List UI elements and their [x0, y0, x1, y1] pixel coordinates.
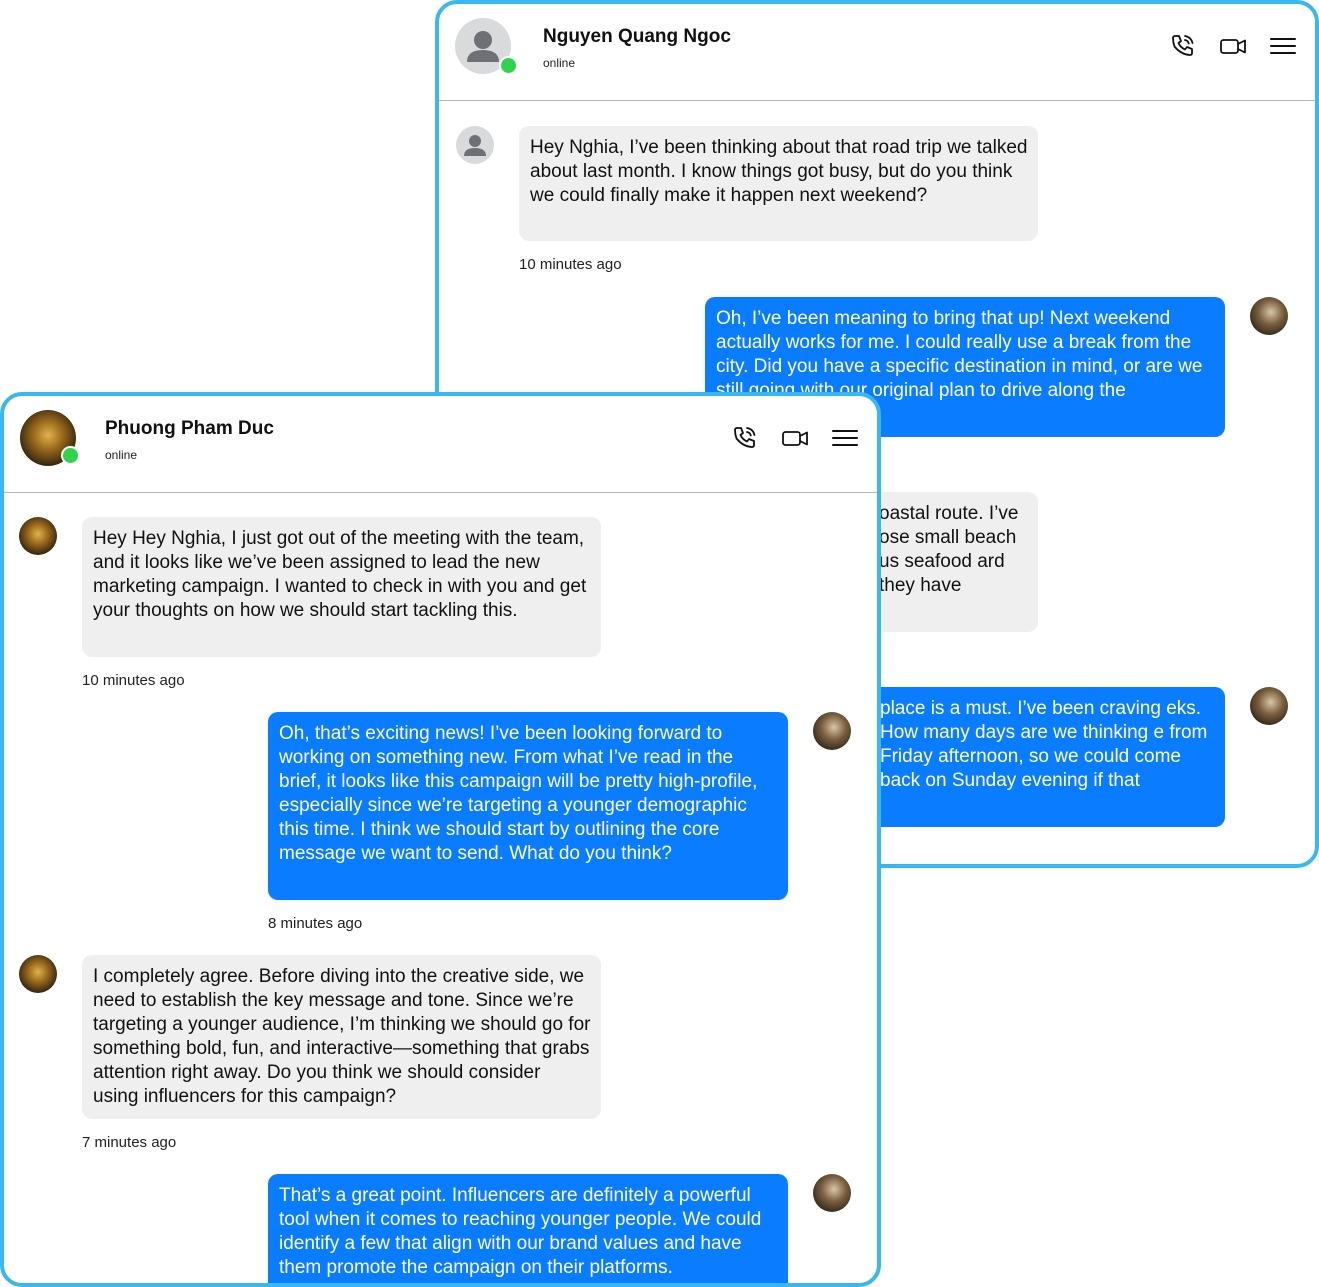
chat-header: Nguyen Quang Ngoc online — [439, 4, 1315, 101]
video-icon[interactable] — [781, 424, 809, 452]
online-indicator — [499, 56, 518, 75]
contact-avatar-small — [19, 955, 57, 993]
message-timestamp: 7 minutes ago — [82, 1134, 177, 1151]
phone-icon[interactable] — [1169, 32, 1197, 60]
user-avatar-small — [1250, 297, 1288, 335]
online-indicator — [61, 446, 80, 465]
video-icon[interactable] — [1219, 32, 1247, 60]
message-bubble-outgoing[interactable]: Oh, that’s exciting news! I’ve been look… — [268, 712, 788, 900]
contact-status: online — [105, 448, 138, 462]
message-bubble-outgoing[interactable]: That’s a great point. Influencers are de… — [268, 1174, 788, 1283]
contact-avatar-small — [456, 126, 494, 164]
message-timestamp: 10 minutes ago — [82, 672, 185, 689]
user-avatar-small — [1250, 687, 1288, 725]
message-bubble-incoming[interactable]: I completely agree. Before diving into t… — [82, 955, 601, 1119]
message-bubble-incoming[interactable]: Hey Nghia, I’ve been thinking about that… — [519, 126, 1038, 241]
phone-icon[interactable] — [731, 424, 759, 452]
chat-header: Phuong Pham Duc online — [4, 396, 877, 493]
contact-name: Nguyen Quang Ngoc — [543, 26, 731, 47]
user-silhouette-icon — [464, 135, 486, 156]
user-avatar-small — [813, 712, 851, 750]
contact-name: Phuong Pham Duc — [105, 418, 274, 439]
menu-icon[interactable] — [831, 424, 859, 452]
message-timestamp: 10 minutes ago — [519, 256, 622, 273]
contact-avatar-small — [19, 517, 57, 555]
message-bubble-incoming[interactable]: Hey Hey Nghia, I just got out of the mee… — [82, 517, 601, 657]
menu-icon[interactable] — [1269, 32, 1297, 60]
user-avatar-small — [813, 1174, 851, 1212]
message-timestamp: 8 minutes ago — [268, 915, 363, 932]
contact-status: online — [543, 56, 576, 70]
chat-window-phuong-pham-duc: Phuong Pham Duc online Hey Hey Nghia, I … — [0, 392, 881, 1287]
